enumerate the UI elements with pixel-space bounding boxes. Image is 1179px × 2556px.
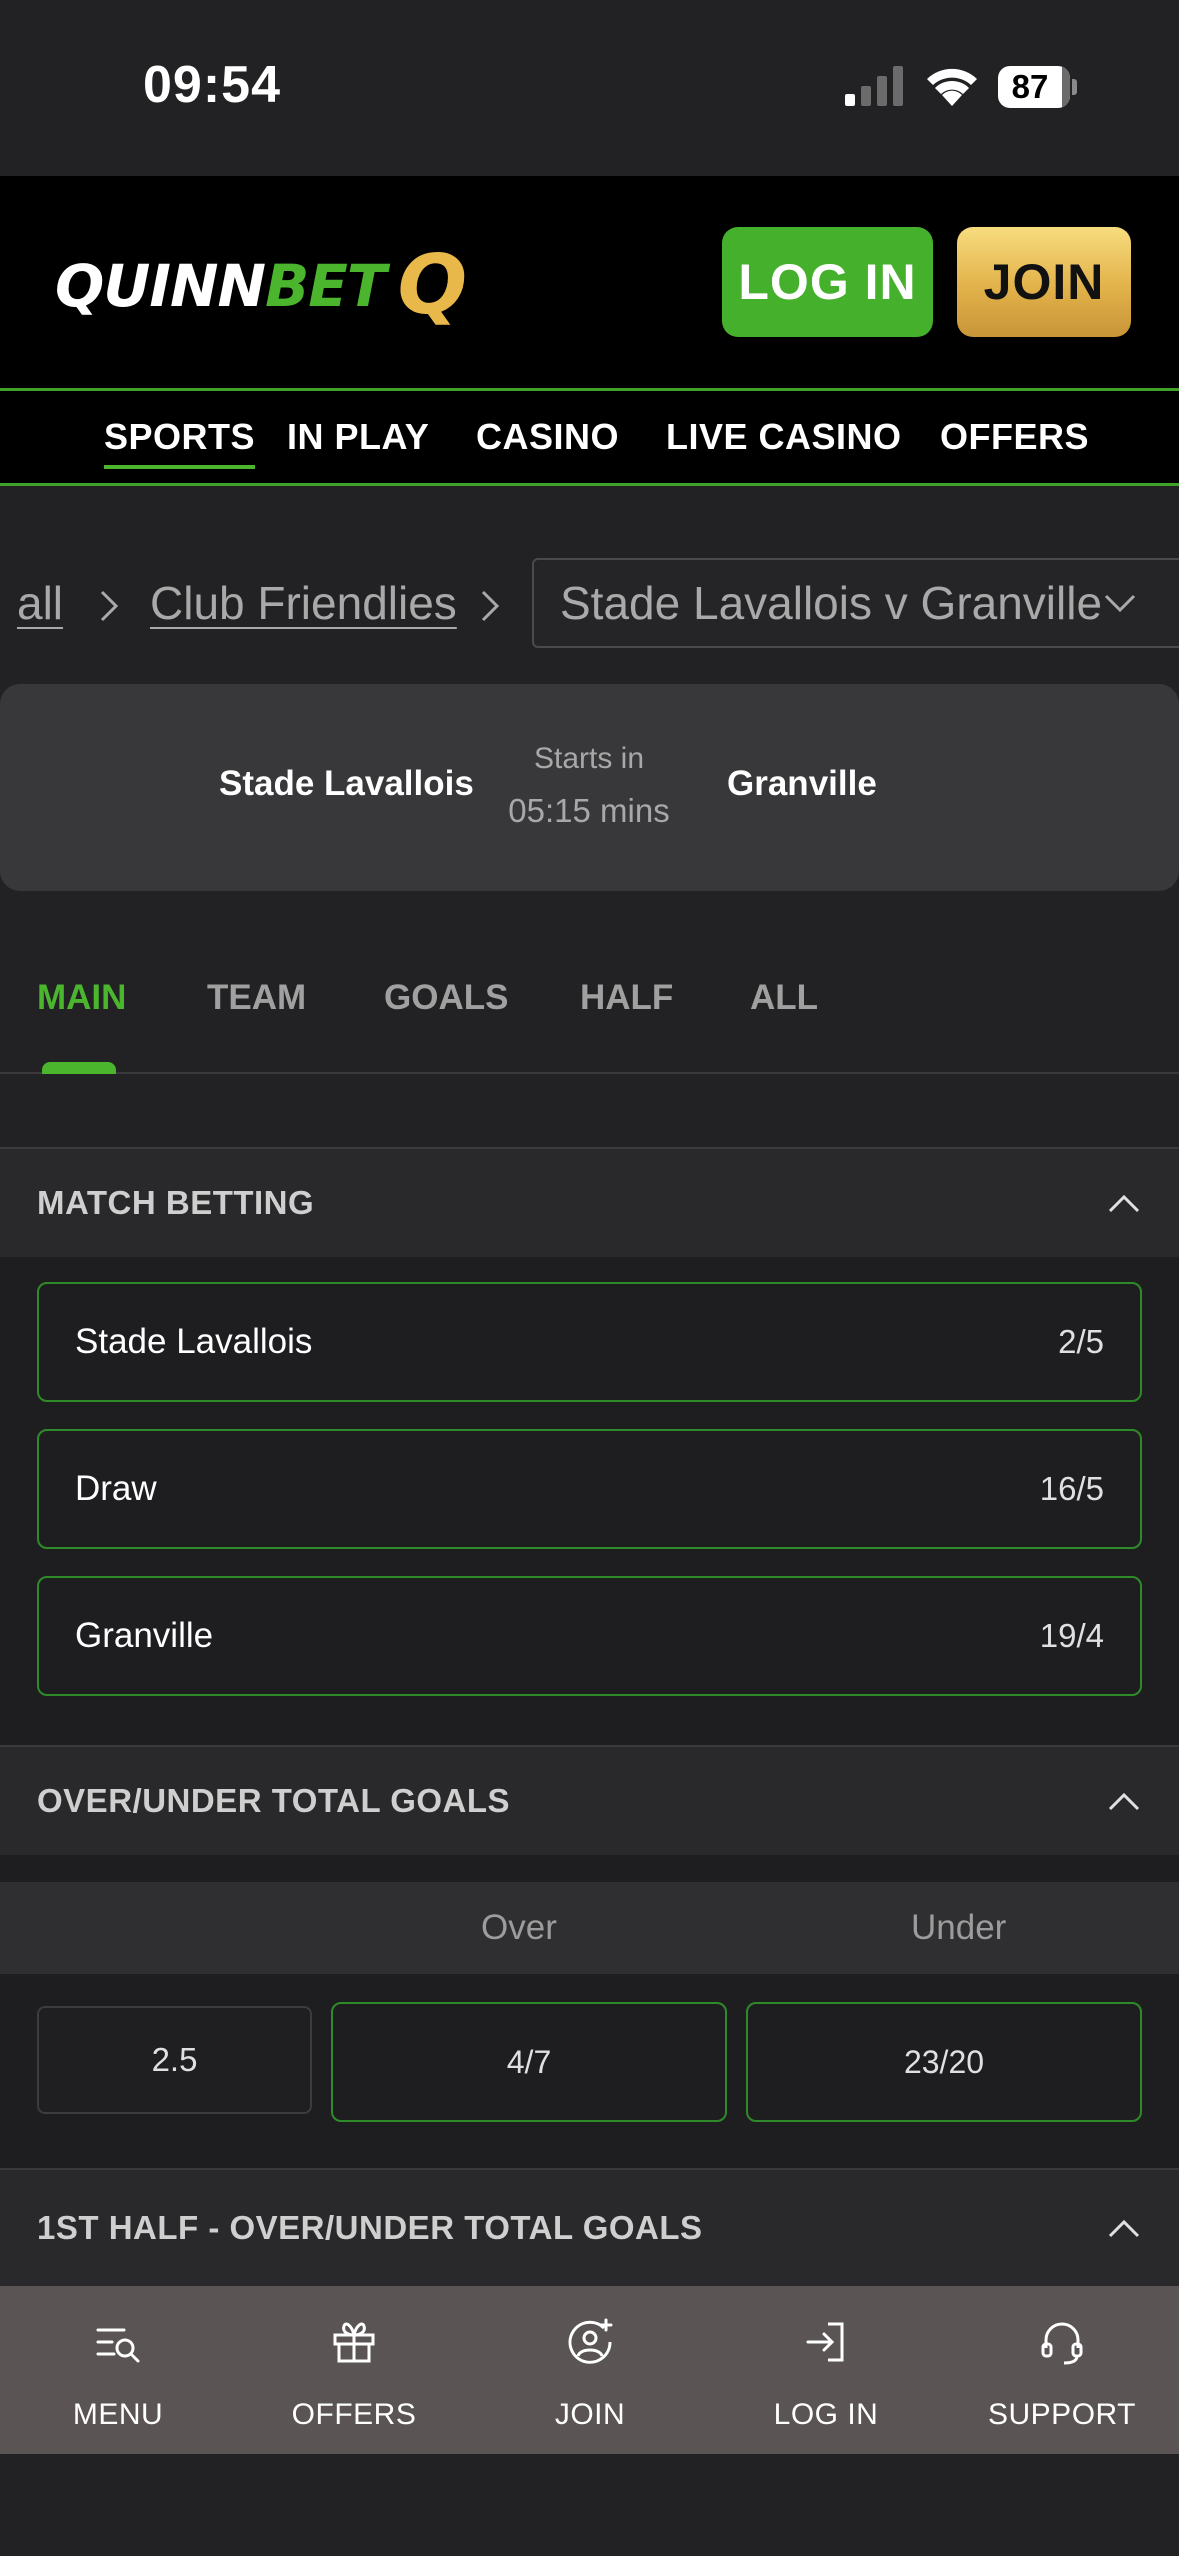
odds-price: 16/5 [1039,1470,1104,1507]
tab-all[interactable]: ALL [750,978,818,1018]
wifi-icon [927,68,977,106]
cellular-signal-icon [845,66,903,106]
breadcrumb: all Club Friendlies Stade Lavallois v Gr… [0,486,1179,670]
quinnbet-q-mark: Q [397,238,468,333]
over-column-label: Over [481,1908,557,1947]
nav-live-casino[interactable]: LIVE CASINO [666,391,902,483]
nav-casino[interactable]: CASINO [476,391,619,483]
quinnbet-logo[interactable]: QUINN BET Q [55,236,467,336]
selection-draw[interactable]: Draw 16/5 [37,1429,1142,1549]
selection-home[interactable]: Stade Lavallois 2/5 [37,1282,1142,1402]
bottom-nav-support[interactable]: SUPPORT [944,2286,1179,2454]
section-title: MATCH BETTING [37,1184,315,1221]
nav-sports[interactable]: SPORTS [104,391,256,483]
match-betting-body: Stade Lavallois 2/5 Draw 16/5 Granville … [0,1257,1179,1745]
chevron-right-icon [481,590,500,622]
starts-in-countdown: 05:15 mins [508,792,670,829]
bottom-nav-login[interactable]: LOG IN [708,2286,944,2454]
event-select-value: Stade Lavallois v Granville [560,577,1103,629]
chevron-down-icon [1104,594,1136,613]
nav-in-play[interactable]: IN PLAY [287,391,429,483]
match-header-card: Stade Lavallois Starts in 05:15 mins Gra… [0,684,1179,891]
over-under-column-headers: Over Under [0,1882,1179,1974]
event-select-dropdown[interactable]: Stade Lavallois v Granville [532,558,1179,648]
battery-indicator: 87 [998,66,1077,108]
bottom-nav-join[interactable]: JOIN [472,2286,708,2454]
breadcrumb-link-club-friendlies[interactable]: Club Friendlies [150,576,457,630]
starts-in-label: Starts in [533,742,645,775]
over-under-header[interactable]: OVER/UNDER TOTAL GOALS [0,1747,1179,1855]
under-odds-button[interactable]: 23/20 [746,2002,1142,2122]
tab-goals[interactable]: GOALS [384,978,508,1018]
battery-level: 87 [1011,68,1049,105]
login-icon [806,2322,844,2362]
status-time: 09:54 [143,56,281,114]
over-under-row: 2.5 4/7 23/20 [0,1974,1179,2128]
chevron-up-icon[interactable] [1106,1189,1142,1217]
breadcrumb-link-all[interactable]: all [17,576,63,630]
site-header: QUINN BET Q LOG IN JOIN [0,176,1179,388]
over-odds-button[interactable]: 4/7 [331,2002,727,2122]
tab-main[interactable]: MAIN [37,978,126,1018]
bottom-nav-menu[interactable]: MENU [0,2286,236,2454]
status-bar: 09:54 87 [0,0,1179,176]
gift-icon [333,2322,375,2363]
away-team-name: Granville [727,764,877,803]
bottom-nav: MENU OFFERS JOIN LOG IN SUPPORT [0,2286,1179,2454]
under-column-label: Under [911,1908,1007,1947]
nav-offers[interactable]: OFFERS [940,391,1089,483]
tab-half[interactable]: HALF [580,978,673,1018]
join-button[interactable]: JOIN [957,227,1131,337]
home-team-name: Stade Lavallois [219,764,474,803]
selection-away[interactable]: Granville 19/4 [37,1576,1142,1696]
nav-active-indicator [104,465,256,469]
bottom-nav-offers[interactable]: OFFERS [236,2286,472,2454]
tab-team[interactable]: TEAM [207,978,306,1018]
headset-icon [1041,2322,1083,2365]
first-half-over-under-header[interactable]: 1ST HALF - OVER/UNDER TOTAL GOALS [0,2170,1179,2286]
goal-line: 2.5 [37,2006,312,2114]
user-add-icon [568,2318,613,2364]
login-button[interactable]: LOG IN [722,227,933,337]
tab-active-indicator [42,1062,116,1074]
odds-price: 2/5 [1058,1323,1104,1360]
section-title: OVER/UNDER TOTAL GOALS [37,1782,511,1819]
chevron-right-icon [100,590,119,622]
section-title: 1ST HALF - OVER/UNDER TOTAL GOALS [37,2209,703,2246]
chevron-up-icon[interactable] [1106,1787,1142,1815]
market-tabs: MAIN TEAM GOALS HALF ALL [0,920,1179,1074]
match-betting-header[interactable]: MATCH BETTING [0,1149,1179,1257]
chevron-up-icon[interactable] [1106,2214,1142,2242]
main-nav: SPORTS IN PLAY CASINO LIVE CASINO OFFERS [0,388,1179,486]
odds-price: 19/4 [1039,1617,1104,1654]
menu-search-icon [96,2328,140,2363]
